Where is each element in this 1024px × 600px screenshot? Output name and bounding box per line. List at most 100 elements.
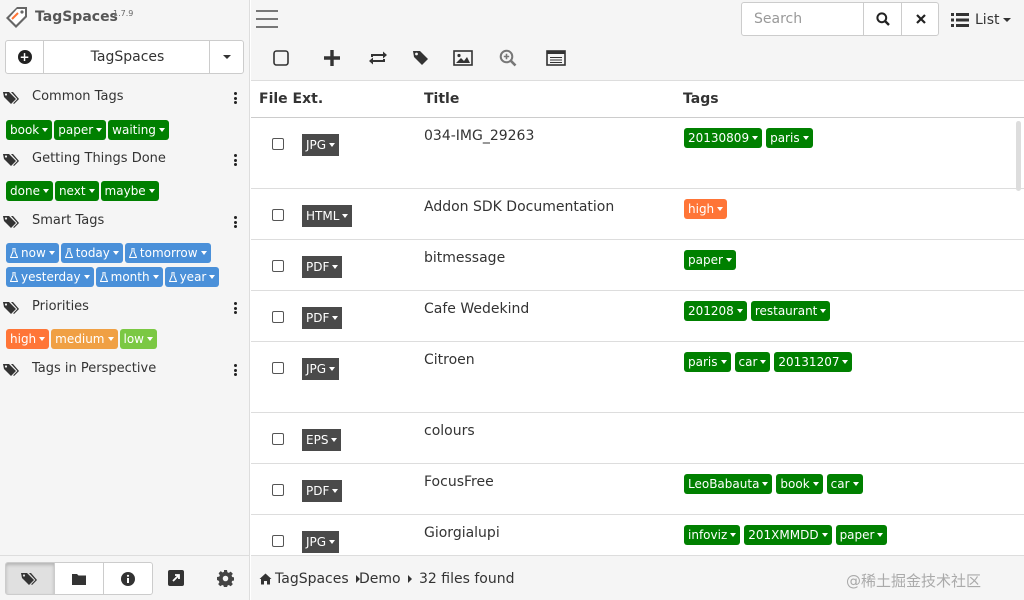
file-ext-badge[interactable]: PDF: [302, 256, 343, 278]
scrollbar-thumb[interactable]: [1016, 121, 1021, 191]
location-dropdown-button[interactable]: [209, 41, 243, 73]
tag-chip[interactable]: 201XMMDD: [744, 525, 832, 545]
tag-group-smart-tags[interactable]: Smart Tags: [0, 210, 250, 234]
row-checkbox[interactable]: [272, 138, 284, 150]
table-row[interactable]: JPG Citroen paris car 20131207: [251, 342, 1024, 413]
location-name-button[interactable]: TagSpaces: [45, 41, 210, 73]
row-checkbox[interactable]: [272, 260, 284, 272]
file-ext-badge[interactable]: PDF: [302, 480, 343, 502]
row-checkbox[interactable]: [272, 484, 284, 496]
settings-button[interactable]: [217, 570, 235, 591]
file-ext-badge[interactable]: JPG: [302, 134, 340, 156]
tag-group-common-tags[interactable]: Common Tags: [0, 86, 250, 110]
tags-panel-button[interactable]: [5, 562, 55, 595]
file-title[interactable]: Cafe Wedekind: [424, 301, 529, 317]
row-checkbox[interactable]: [272, 209, 284, 221]
file-title[interactable]: Addon SDK Documentation: [424, 199, 614, 215]
tag-chip[interactable]: paper: [684, 250, 736, 270]
smart-tag-chip[interactable]: now: [6, 243, 59, 263]
tag-chip[interactable]: car: [734, 352, 771, 372]
tag-group-priorities[interactable]: Priorities: [0, 296, 250, 320]
file-title[interactable]: Giorgialupi: [424, 525, 500, 541]
create-file-button[interactable]: [319, 46, 345, 70]
search-button[interactable]: [864, 3, 902, 35]
file-title[interactable]: FocusFree: [424, 474, 494, 490]
table-row[interactable]: EPS colours: [251, 413, 1024, 464]
smart-tag-chip[interactable]: year: [164, 267, 220, 287]
kebab-menu-icon[interactable]: [232, 300, 238, 316]
file-ext-badge[interactable]: JPG: [302, 531, 340, 553]
smart-tag-chip[interactable]: today: [60, 243, 123, 263]
breadcrumb-root[interactable]: TagSpaces: [259, 571, 360, 587]
tag-chip[interactable]: medium: [51, 329, 118, 349]
tag-chip[interactable]: maybe: [100, 181, 159, 201]
column-header-title[interactable]: Title: [424, 91, 459, 107]
tag-chip[interactable]: high: [684, 199, 728, 219]
hamburger-menu-button[interactable]: [256, 10, 278, 28]
tag-chip[interactable]: paper: [835, 525, 888, 545]
table-row[interactable]: HTML Addon SDK Documentation high: [251, 189, 1024, 240]
row-checkbox[interactable]: [272, 433, 284, 445]
file-ext-badge[interactable]: PDF: [302, 307, 343, 329]
add-location-button[interactable]: +: [6, 41, 44, 73]
details-view-button[interactable]: [543, 46, 569, 70]
column-header-tags[interactable]: Tags: [683, 91, 719, 107]
breadcrumb-folder[interactable]: Demo: [359, 571, 412, 587]
file-ext-badge[interactable]: JPG: [302, 358, 340, 380]
kebab-menu-icon[interactable]: [232, 90, 238, 106]
table-row[interactable]: PDF Cafe Wedekind 201208 restaurant: [251, 291, 1024, 342]
file-title[interactable]: Citroen: [424, 352, 475, 368]
file-ext-badge[interactable]: HTML: [302, 205, 353, 227]
tag-chip[interactable]: waiting: [108, 120, 169, 140]
info-panel-button[interactable]: [103, 562, 153, 595]
smart-tag-chip[interactable]: tomorrow: [124, 243, 211, 263]
tag-chip[interactable]: book: [6, 120, 53, 140]
table-row[interactable]: PDF bitmessage paper: [251, 240, 1024, 291]
zoom-button[interactable]: [495, 46, 521, 70]
sidebar: TagSpaces 1.7.9 + TagSpaces Common Tags …: [0, 0, 250, 600]
table-row[interactable]: JPG 034-IMG_29263 20130809 paris: [251, 118, 1024, 189]
row-checkbox[interactable]: [272, 311, 284, 323]
tag-chip[interactable]: paper: [54, 120, 107, 140]
table-row[interactable]: PDF FocusFree LeoBabauta book car: [251, 464, 1024, 515]
tag-chip[interactable]: paris: [766, 128, 813, 148]
tag-chip[interactable]: done: [6, 181, 53, 201]
search-input[interactable]: [742, 3, 864, 35]
tag-files-button[interactable]: [408, 46, 434, 70]
tag-chip[interactable]: LeoBabauta: [684, 474, 773, 494]
tag-group-getting-things-done[interactable]: Getting Things Done: [0, 148, 250, 172]
tag-chip[interactable]: 20130809: [684, 128, 763, 148]
tag-chip[interactable]: book: [776, 474, 823, 494]
tag-group-tags-in-perspective[interactable]: Tags in Perspective: [0, 358, 250, 382]
clear-search-button[interactable]: [902, 3, 939, 35]
smart-tag-chip[interactable]: month: [95, 267, 163, 287]
folders-panel-button[interactable]: [54, 562, 104, 595]
open-external-button[interactable]: [168, 570, 184, 590]
row-checkbox[interactable]: [272, 535, 284, 547]
view-switcher-button[interactable]: List: [951, 9, 1012, 31]
tag-chip[interactable]: car: [826, 474, 863, 494]
tag-chip[interactable]: restaurant: [750, 301, 831, 321]
tag-chip[interactable]: low: [119, 329, 157, 349]
row-checkbox[interactable]: [272, 362, 284, 374]
file-title[interactable]: bitmessage: [424, 250, 505, 266]
select-all-button[interactable]: [268, 46, 294, 70]
thumbnails-button[interactable]: [450, 46, 476, 70]
file-tags: 201208 restaurant: [684, 301, 831, 321]
tag-chip[interactable]: infoviz: [684, 525, 741, 545]
smart-tag-chip[interactable]: yesterday: [6, 267, 94, 287]
file-title[interactable]: 034-IMG_29263: [424, 128, 534, 144]
table-row[interactable]: JPG Giorgialupi infoviz 201XMMDD paper: [251, 515, 1024, 555]
file-ext-badge[interactable]: EPS: [302, 429, 342, 451]
kebab-menu-icon[interactable]: [232, 152, 238, 168]
tag-chip[interactable]: paris: [684, 352, 731, 372]
tag-chip[interactable]: 201208: [684, 301, 747, 321]
tag-chip[interactable]: high: [6, 329, 50, 349]
tag-chip[interactable]: next: [54, 181, 99, 201]
kebab-menu-icon[interactable]: [232, 362, 238, 378]
kebab-menu-icon[interactable]: [232, 214, 238, 230]
column-header-file-ext[interactable]: File Ext.: [259, 91, 323, 107]
tag-chip[interactable]: 20131207: [774, 352, 853, 372]
file-title[interactable]: colours: [424, 423, 475, 439]
refresh-button[interactable]: [365, 46, 391, 70]
